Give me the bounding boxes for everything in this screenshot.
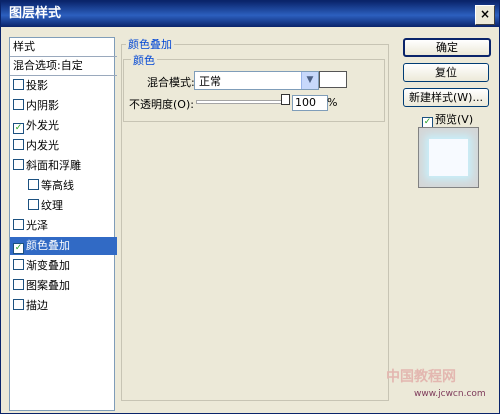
style-item-label: 内阴影	[26, 99, 59, 112]
style-item-label: 光泽	[26, 219, 48, 232]
style-item-stroke[interactable]: 描边	[10, 297, 117, 315]
opacity-slider-track[interactable]	[196, 100, 290, 104]
style-item-color-overlay[interactable]: ✓ 颜色叠加	[10, 237, 117, 255]
style-item-outer-glow[interactable]: ✓ 外发光	[10, 117, 117, 135]
blend-mode-value: 正常	[199, 75, 221, 88]
watermark-url: www.jcwcn.com	[414, 389, 486, 399]
layer-style-dialog: 图层样式 × 样式 混合选项:自定 投影 内阴影 ✓ 外发光 内发光 斜面和浮雕 …	[0, 0, 500, 414]
checkbox[interactable]	[13, 99, 24, 110]
checkbox[interactable]	[13, 159, 24, 170]
style-item-satin[interactable]: 光泽	[10, 217, 117, 235]
checkbox[interactable]: ✓	[13, 243, 24, 254]
checkbox[interactable]	[13, 79, 24, 90]
style-item-inner-glow[interactable]: 内发光	[10, 137, 117, 155]
checkbox[interactable]	[13, 259, 24, 270]
subgroup-title: 颜色	[131, 52, 157, 68]
checkbox[interactable]	[28, 179, 39, 190]
opacity-input[interactable]: 100	[292, 95, 328, 111]
preview-thumbnail	[429, 139, 468, 176]
opacity-unit: %	[327, 96, 338, 109]
style-item-label: 斜面和浮雕	[26, 159, 81, 172]
group-title: 颜色叠加	[126, 36, 174, 52]
close-icon[interactable]: ×	[475, 5, 495, 25]
style-item-label: 纹理	[41, 199, 63, 212]
checkbox[interactable]: ✓	[13, 123, 24, 134]
blend-options-item[interactable]: 混合选项:自定	[10, 57, 117, 76]
watermark: 中国教程网	[386, 369, 456, 385]
title-bar: 图层样式 ×	[1, 1, 499, 27]
style-item-label: 外发光	[26, 119, 59, 132]
preview-toggle[interactable]: ✓ 预览(V)	[422, 111, 473, 128]
reset-button[interactable]: 复位	[403, 63, 489, 82]
chevron-down-icon[interactable]: ▼	[301, 72, 318, 89]
style-item-label: 等高线	[41, 179, 74, 192]
style-item-label: 渐变叠加	[26, 259, 70, 272]
preview-label: 预览(V)	[435, 113, 474, 126]
style-item-inner-shadow[interactable]: 内阴影	[10, 97, 117, 115]
style-item-contour[interactable]: 等高线	[10, 177, 132, 195]
blend-mode-label: 混合模式:	[147, 76, 195, 89]
color-subgroup	[123, 59, 385, 122]
opacity-label: 不透明度(O):	[129, 98, 194, 111]
style-item-bevel-emboss[interactable]: 斜面和浮雕	[10, 157, 117, 175]
styles-header[interactable]: 样式	[10, 38, 117, 57]
checkbox[interactable]	[13, 219, 24, 230]
new-style-button[interactable]: 新建样式(W)...	[403, 88, 489, 107]
overlay-color-swatch[interactable]	[319, 71, 347, 88]
ok-button[interactable]: 确定	[403, 38, 491, 57]
checkbox[interactable]	[13, 299, 24, 310]
style-item-label: 内发光	[26, 139, 59, 152]
blend-mode-select[interactable]: 正常 ▼	[194, 71, 319, 90]
style-item-label: 投影	[26, 79, 48, 92]
style-item-label: 图案叠加	[26, 279, 70, 292]
style-item-label: 颜色叠加	[26, 239, 70, 252]
style-preview	[418, 127, 479, 188]
checkbox[interactable]	[13, 279, 24, 290]
style-item-drop-shadow[interactable]: 投影	[10, 77, 117, 95]
window-title: 图层样式	[9, 6, 62, 21]
style-item-pattern-overlay[interactable]: 图案叠加	[10, 277, 117, 295]
checkbox[interactable]	[28, 199, 39, 210]
opacity-slider-thumb[interactable]	[281, 94, 290, 105]
style-item-texture[interactable]: 纹理	[10, 197, 132, 215]
style-item-gradient-overlay[interactable]: 渐变叠加	[10, 257, 117, 275]
style-item-label: 描边	[26, 299, 48, 312]
styles-list: 样式 混合选项:自定 投影 内阴影 ✓ 外发光 内发光 斜面和浮雕 等高线 纹理 …	[9, 37, 117, 411]
checkbox[interactable]	[13, 139, 24, 150]
